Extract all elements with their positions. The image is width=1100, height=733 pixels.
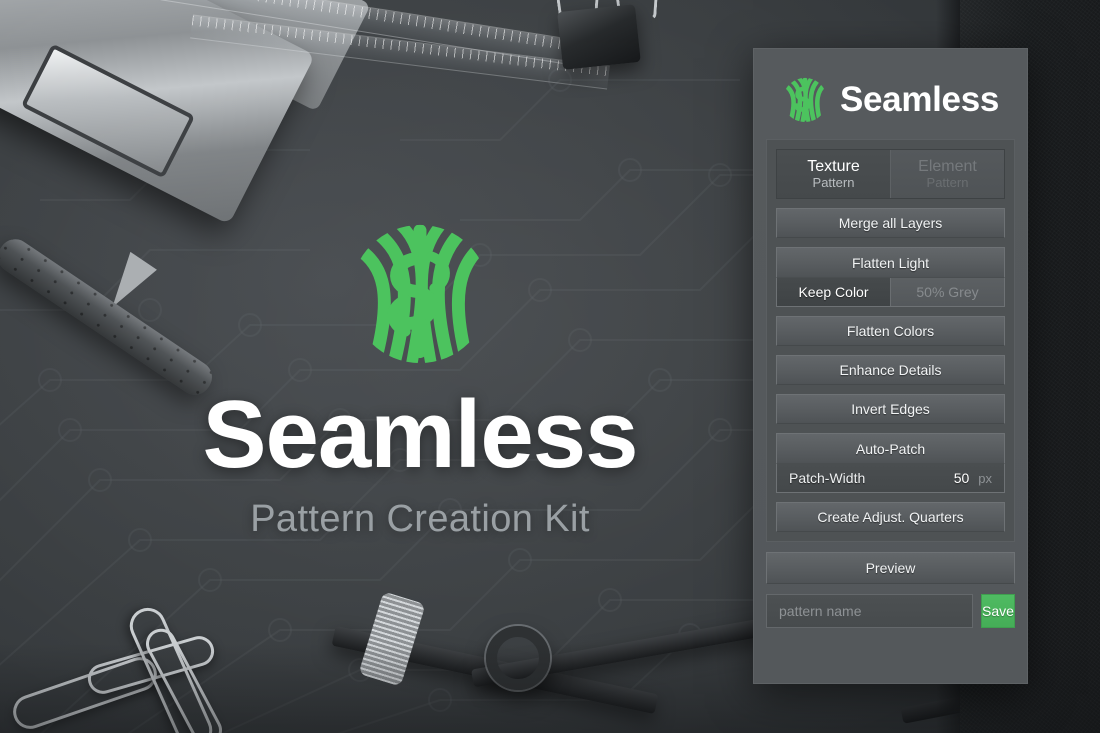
flatten-colors-button[interactable]: Flatten Colors — [776, 316, 1005, 346]
merge-all-layers-button[interactable]: Merge all Layers — [776, 208, 1005, 238]
tab-element-label: Element — [918, 157, 977, 175]
panel-header: Seamless — [766, 61, 1015, 139]
panel-body: Texture Pattern Element Pattern Merge al… — [766, 139, 1015, 542]
pattern-type-tabs: Texture Pattern Element Pattern — [776, 149, 1005, 199]
patch-width-label: Patch-Width — [789, 470, 866, 486]
color-mode-toggle: Keep Color 50% Grey — [776, 277, 1005, 307]
preview-button[interactable]: Preview — [766, 552, 1015, 584]
save-row: Save — [766, 594, 1015, 628]
tab-texture-label: Texture — [807, 157, 860, 175]
tab-element-pattern[interactable]: Element Pattern — [890, 150, 1004, 198]
save-button[interactable]: Save — [981, 594, 1015, 628]
seamless-knot-logo-icon — [782, 77, 828, 123]
hero-branding: Seamless Pattern Creation Kit — [150, 222, 690, 541]
keep-color-option[interactable]: Keep Color — [777, 278, 890, 306]
invert-edges-button[interactable]: Invert Edges — [776, 394, 1005, 424]
tab-texture-sublabel: Pattern — [812, 174, 855, 190]
patch-width-value[interactable]: 50 — [954, 470, 970, 486]
seamless-knot-logo-icon — [350, 224, 490, 364]
flatten-light-button[interactable]: Flatten Light — [776, 247, 1005, 277]
create-adjust-quarters-button[interactable]: Create Adjust. Quarters — [776, 502, 1005, 532]
tab-element-sublabel: Pattern — [926, 174, 969, 190]
app-screenshot: Seamless Pattern Creation Kit Seamless T… — [0, 0, 1100, 733]
page-title: Seamless — [202, 381, 638, 488]
patch-width-stepper[interactable]: Patch-Width 50 px — [776, 463, 1005, 493]
enhance-details-button[interactable]: Enhance Details — [776, 355, 1005, 385]
tab-texture-pattern[interactable]: Texture Pattern — [777, 150, 890, 198]
auto-patch-button[interactable]: Auto-Patch — [776, 433, 1005, 463]
seamless-tool-panel: Seamless Texture Pattern Element Pattern… — [753, 48, 1028, 684]
page-tagline: Pattern Creation Kit — [250, 498, 590, 541]
flatten-light-group: Flatten Light Keep Color 50% Grey — [776, 247, 1005, 307]
fifty-percent-grey-option[interactable]: 50% Grey — [890, 278, 1004, 306]
patch-width-unit: px — [978, 470, 992, 486]
pattern-name-input[interactable] — [766, 594, 973, 628]
panel-title: Seamless — [839, 80, 1000, 119]
panel-footer: Preview Save — [766, 552, 1015, 628]
auto-patch-group: Auto-Patch Patch-Width 50 px — [776, 433, 1005, 493]
